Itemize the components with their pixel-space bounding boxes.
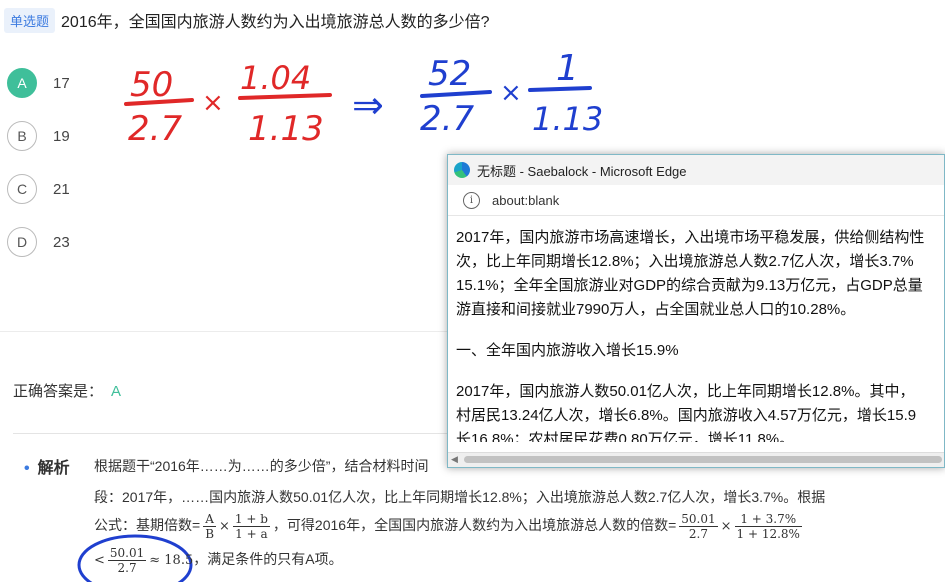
content-line: 15.1%；全年全国旅游业对GDP的综合贡献为9.13万亿元，占GDP总量	[456, 277, 923, 294]
analysis-line-4: <50.01 2.7 ≈ 18.5，满足条件的只有A项。	[94, 546, 343, 575]
fraction-value-1: 50.01 2.7	[679, 512, 718, 541]
correct-answer: 正确答案是： A	[13, 380, 121, 401]
red-frac1-den: 2.7	[128, 109, 182, 149]
bullet-icon: •	[24, 460, 30, 477]
less-than-sign: <	[94, 553, 105, 569]
content-line: 2017年，国内旅游市场高速增长，入出境市场平稳发展，供给侧结构性	[456, 229, 925, 246]
fraction-numerator: A	[203, 512, 217, 527]
blue-frac1-den: 2.7	[420, 99, 474, 139]
analysis-text: ，可得2016年，全国国内旅游人数约为入出境旅游总人数的倍数=	[272, 517, 677, 534]
blue-frac2-bar	[528, 86, 592, 92]
analysis-heading: • 解析	[24, 454, 70, 478]
edge-window-title: 无标题 - Saebalock - Microsoft Edge	[477, 163, 687, 179]
content-line: 游直接和间接就业7990万人，占全国就业总人口的10.28%。	[456, 301, 856, 318]
fraction-value-3: 50.01 2.7	[107, 546, 147, 575]
analysis-line-2: 段：2017年，……国内旅游人数50.01亿人次，比上年同期增长12.8%；入出…	[94, 489, 826, 505]
horizontal-scrollbar[interactable]: ◀	[448, 452, 944, 467]
blue-arrow: ⇒	[352, 83, 384, 127]
fraction-numerator: 50.01	[679, 512, 718, 527]
analysis-title: 解析	[37, 460, 70, 477]
formula-label: 公式：基期倍数=	[94, 517, 201, 534]
fraction-a-over-b: AB	[203, 512, 217, 541]
fraction-growth: 1 + b1 + a	[232, 512, 270, 541]
edge-title-bar[interactable]: 无标题 - Saebalock - Microsoft Edge	[448, 155, 944, 185]
times-sign: ×	[219, 519, 230, 535]
analysis-conclusion: ，满足条件的只有A项。	[193, 551, 343, 568]
analysis-line-1: 根据题干“2016年……为……的多少倍”，结合材料时间	[94, 458, 429, 474]
approx-value: ≈ 18.5	[149, 553, 194, 569]
content-line: 2017年，国内旅游人数50.01亿人次，比上年同期增长12.8%。其中，	[456, 383, 915, 400]
blue-frac1-num: 52	[428, 54, 471, 94]
fraction-denominator: 1 + 12.8%	[736, 527, 800, 541]
fraction-denominator: 2.7	[117, 561, 137, 575]
fraction-numerator: 1 + b	[232, 512, 270, 527]
edge-logo-icon	[454, 162, 470, 178]
edge-address-text[interactable]: about:blank	[492, 193, 559, 208]
fraction-denominator: 1 + a	[235, 527, 268, 541]
red-frac2-num: 1.04	[240, 59, 311, 97]
times-sign: ×	[720, 519, 732, 535]
fraction-numerator: 50.01	[107, 546, 147, 561]
fraction-numerator: 1 + 3.7%	[734, 512, 802, 527]
fraction-denominator: B	[205, 527, 215, 541]
info-icon[interactable]: i	[463, 191, 480, 209]
red-frac2-den: 1.13	[248, 109, 324, 149]
blue-times: ×	[500, 78, 522, 108]
content-heading: 一、全年国内旅游收入增长15.9%	[456, 342, 679, 359]
blue-handwriting: ⇒ 52 2.7 × 1 1.13	[352, 48, 603, 139]
scrollbar-thumb[interactable]	[464, 456, 942, 463]
scroll-left-icon[interactable]: ◀	[451, 454, 458, 465]
red-frac1-num: 50	[130, 65, 173, 105]
red-times: ×	[202, 88, 224, 118]
content-line: 次，比上年同期增长12.8%；入出境旅游总人数2.7亿人次，增长3.7%	[456, 253, 914, 270]
edge-browser-window[interactable]: 无标题 - Saebalock - Microsoft Edge i about…	[447, 154, 945, 468]
content-line: 村居民13.24亿人次，增长6.8%。国内旅游收入4.57万亿元，增长15.9	[456, 407, 917, 424]
correct-answer-letter: A	[111, 383, 122, 400]
analysis-line-3: 公式：基期倍数= A B × 1 + b1 + a ，可得2016年，全国国内旅游人数约为…	[94, 512, 805, 541]
edge-address-bar[interactable]: i about:blank	[448, 185, 944, 216]
blue-frac2-den: 1.13	[532, 100, 603, 138]
edge-page-content: 2017年，国内旅游市场高速增长，入出境市场平稳发展，供给侧结构性 次，比上年同…	[448, 216, 944, 442]
content-line: 长16.8%；农村居民花费0.80万亿元，增长11.8%。	[456, 431, 795, 442]
red-handwriting: 50 2.7 × 1.04 1.13	[124, 59, 332, 149]
fraction-value-2: 1 + 3.7% 1 + 12.8%	[734, 512, 802, 541]
blue-frac2-num: 1	[556, 48, 579, 89]
correct-answer-label: 正确答案是：	[13, 383, 104, 400]
fraction-denominator: 2.7	[688, 527, 708, 541]
